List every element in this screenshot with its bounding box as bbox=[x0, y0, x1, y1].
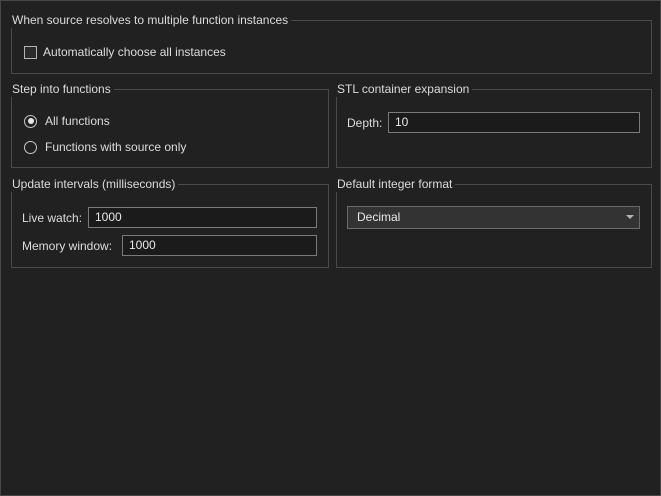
radio-all-functions[interactable] bbox=[24, 114, 37, 128]
memory-window-label: Memory window: bbox=[22, 239, 113, 253]
step-into-functions-group: Step into functions All functions Functi… bbox=[10, 81, 329, 168]
live-watch-field[interactable]: 1000 bbox=[88, 207, 317, 228]
depth-label: Depth: bbox=[347, 116, 383, 130]
debugger-options-panel: When source resolves to multiple functio… bbox=[0, 0, 661, 496]
auto-choose-instances-label[interactable]: Automatically choose all instances bbox=[43, 45, 226, 59]
chevron-down-icon[interactable] bbox=[626, 215, 634, 219]
live-watch-label: Live watch: bbox=[22, 211, 83, 225]
default-integer-format-group-title: Default integer format bbox=[335, 176, 456, 192]
memory-window-field[interactable]: 1000 bbox=[122, 235, 317, 256]
function-instances-group-title: When source resolves to multiple functio… bbox=[10, 12, 292, 28]
update-intervals-group: Update intervals (milliseconds) Live wat… bbox=[10, 176, 329, 268]
default-integer-format-group: Default integer format Decimal bbox=[335, 176, 652, 268]
radio-all-functions-row[interactable]: All functions bbox=[24, 114, 110, 128]
update-intervals-group-title: Update intervals (milliseconds) bbox=[10, 176, 179, 192]
radio-functions-with-source[interactable] bbox=[24, 140, 37, 154]
depth-field[interactable]: 10 bbox=[388, 112, 640, 133]
stl-container-expansion-group-title: STL container expansion bbox=[335, 81, 473, 97]
radio-all-functions-label[interactable]: All functions bbox=[45, 114, 110, 128]
radio-functions-with-source-label[interactable]: Functions with source only bbox=[45, 140, 186, 154]
auto-choose-instances-checkbox-row[interactable]: Automatically choose all instances bbox=[24, 45, 226, 59]
function-instances-group: When source resolves to multiple functio… bbox=[10, 12, 652, 74]
step-into-functions-group-title: Step into functions bbox=[10, 81, 114, 97]
integer-format-selected-value: Decimal bbox=[357, 210, 401, 224]
stl-container-expansion-group: STL container expansion Depth: 10 bbox=[335, 81, 652, 168]
integer-format-dropdown[interactable]: Decimal bbox=[347, 206, 640, 229]
auto-choose-instances-checkbox[interactable] bbox=[24, 45, 37, 59]
radio-functions-with-source-row[interactable]: Functions with source only bbox=[24, 140, 186, 154]
